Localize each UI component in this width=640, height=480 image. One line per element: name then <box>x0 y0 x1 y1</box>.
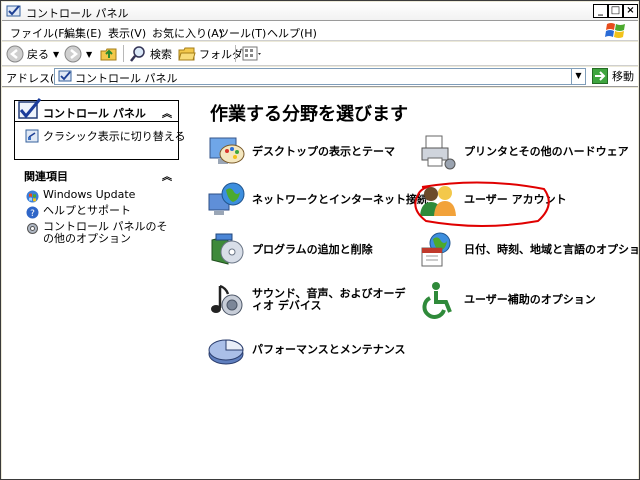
add-remove-programs-icon <box>211 233 244 265</box>
go-arrow-icon <box>592 68 608 84</box>
up-folder-icon <box>100 48 117 61</box>
network-globe-icon <box>208 182 245 215</box>
pick-category-heading: 作業する分野を選びます <box>210 104 408 125</box>
collapse-chevron-icon[interactable]: ︽ <box>162 105 172 120</box>
category-accessibility[interactable]: ユーザー補助のオプション <box>418 280 596 320</box>
back-dropdown-icon[interactable]: ▼ <box>53 50 59 59</box>
category-appearance-themes[interactable]: デスクトップの表示とテーマ <box>206 132 395 172</box>
menu-favorites[interactable]: お気に入り(A) <box>152 25 223 41</box>
category-performance-maintenance[interactable]: パフォーマンスとメンテナンス <box>206 330 406 370</box>
control-panel-icon <box>58 70 72 82</box>
forward-arrow-icon <box>64 45 82 63</box>
printer-hardware-icon <box>421 135 456 170</box>
category-pane: 作業する分野を選びます デスクトップの表示とテーマ ネットワークとインターネット… <box>190 88 640 479</box>
task-pane: コントロール パネル ︽ クラシック表示に切り替える 関連項目 ︽ Window… <box>2 88 190 479</box>
address-value: コントロール パネル <box>75 72 178 85</box>
menu-edit[interactable]: 編集(E) <box>64 25 102 41</box>
search-icon <box>130 46 145 62</box>
sound-speaker-icon <box>211 284 243 316</box>
category-user-accounts[interactable]: ユーザー アカウント <box>418 180 567 220</box>
gear-icon <box>27 223 38 234</box>
windows-update-link[interactable]: Windows Update <box>26 189 135 203</box>
category-printers-hardware[interactable]: プリンタとその他のハードウェア <box>418 132 629 172</box>
address-bar: アドレス(D) コントロール パネル ▼ 移動 <box>2 67 638 87</box>
category-network-internet[interactable]: ネットワークとインターネット接続 <box>206 180 428 220</box>
control-panel-icon <box>6 5 21 17</box>
other-control-panel-options-link[interactable]: コントロール パネルのその他のオプション <box>26 221 176 245</box>
related-collapse-chevron-icon[interactable]: ︽ <box>162 168 172 183</box>
category-sounds-audio[interactable]: サウンド、音声、およびオーディオ デバイス <box>206 280 412 320</box>
switch-to-classic-view-link[interactable]: クラシック表示に切り替える <box>25 128 185 144</box>
menu-file[interactable]: ファイル(F) <box>10 25 69 41</box>
views-icon <box>242 46 261 61</box>
category-date-time-language[interactable]: 日付、時刻、地域と言語のオプション <box>418 230 640 270</box>
window-title: コントロール パネル <box>26 7 129 20</box>
toolbar: 戻る ▼ ▼ 検索 フォルダ <box>2 42 638 66</box>
control-panel-box-title: コントロール パネル <box>43 107 146 120</box>
close-button[interactable]: × <box>623 4 638 18</box>
help-icon: ? <box>26 206 39 219</box>
menu-tools[interactable]: ツール(T) <box>218 25 266 41</box>
folders-icon <box>178 47 196 61</box>
address-input[interactable]: コントロール パネル ▼ <box>54 68 586 85</box>
minimize-button[interactable]: _ <box>593 4 608 18</box>
control-panel-window: コントロール パネル _ □ × ファイル(F) 編集(E) 表示(V) お気に… <box>0 0 640 480</box>
svg-text:?: ? <box>30 209 35 219</box>
related-topics-heading: 関連項目 <box>24 170 68 183</box>
toolbar-separator <box>123 45 124 62</box>
control-panel-box-header[interactable]: コントロール パネル ︽ <box>15 98 178 122</box>
date-time-globe-icon <box>421 232 451 267</box>
category-add-remove-programs[interactable]: プログラムの追加と削除 <box>206 230 373 270</box>
title-bar[interactable]: コントロール パネル _ □ × <box>2 2 638 21</box>
toolbar-separator <box>235 45 236 62</box>
help-and-support-link[interactable]: ? ヘルプとサポート <box>26 205 131 219</box>
up-folder-button[interactable] <box>100 44 118 64</box>
back-arrow-icon <box>6 45 24 63</box>
search-button[interactable]: 検索 <box>129 44 172 64</box>
forward-dropdown-icon[interactable]: ▼ <box>86 50 92 59</box>
go-button[interactable]: 移動 <box>592 68 634 84</box>
address-dropdown-button[interactable]: ▼ <box>571 69 585 84</box>
forward-button[interactable]: ▼ <box>64 44 92 64</box>
menu-help[interactable]: ヘルプ(H) <box>267 25 317 41</box>
back-button[interactable]: 戻る ▼ <box>6 44 59 64</box>
windows-logo-icon <box>605 23 625 38</box>
menu-view[interactable]: 表示(V) <box>108 25 146 41</box>
maximize-button[interactable]: □ <box>608 4 623 18</box>
folders-button[interactable]: フォルダ <box>178 44 243 64</box>
desktop-appearance-icon <box>209 137 245 164</box>
performance-pie-icon <box>208 339 244 365</box>
control-panel-large-icon <box>18 98 42 119</box>
accessibility-wheelchair-icon <box>422 282 452 319</box>
menu-bar: ファイル(F) 編集(E) 表示(V) お気に入り(A) ツール(T) ヘルプ(… <box>2 21 638 41</box>
control-panel-box: コントロール パネル ︽ クラシック表示に切り替える <box>14 98 185 160</box>
content-area: コントロール パネル ︽ クラシック表示に切り替える 関連項目 ︽ Window… <box>2 88 640 479</box>
views-button[interactable] <box>242 44 262 64</box>
windows-update-icon <box>26 190 39 203</box>
classic-view-icon <box>25 129 39 143</box>
user-accounts-icon <box>420 186 456 216</box>
